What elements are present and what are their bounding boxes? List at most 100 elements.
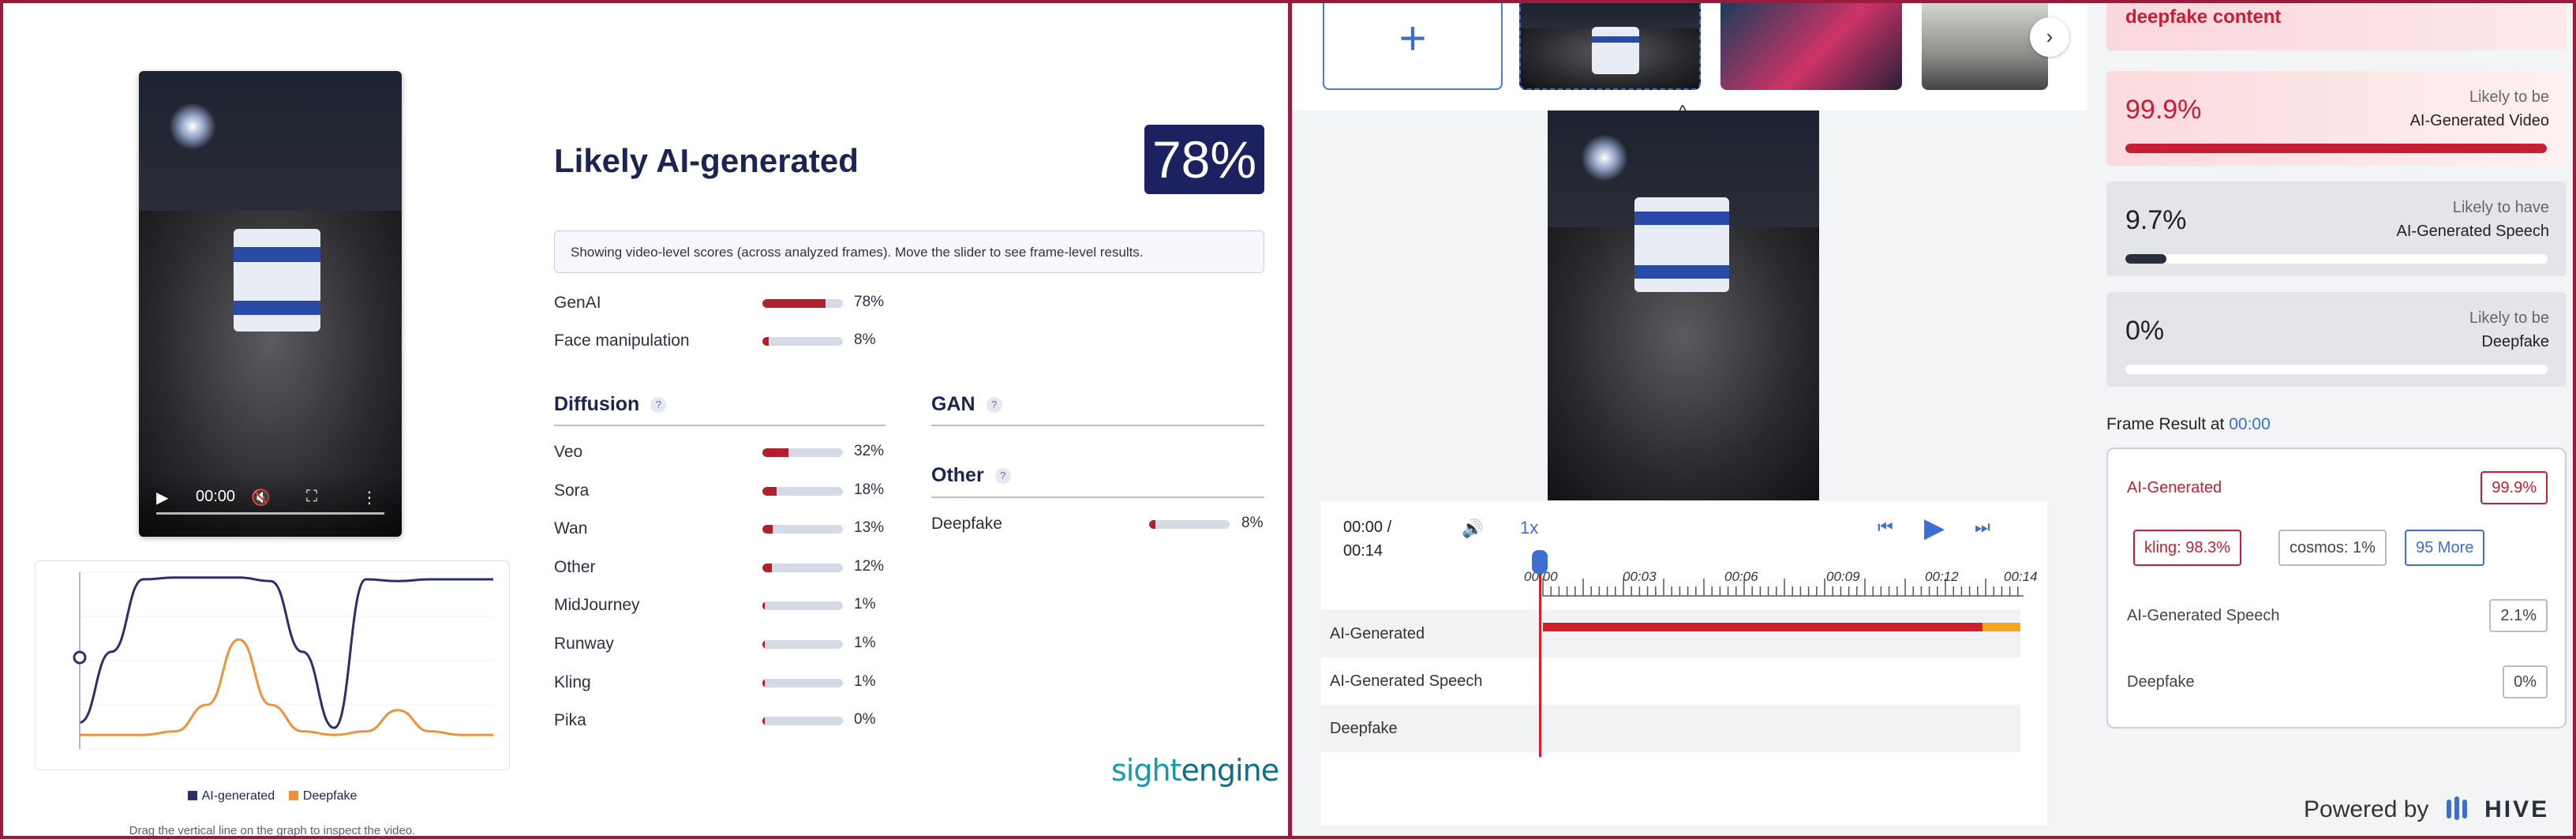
- gallery-next-button[interactable]: ›: [2030, 17, 2069, 57]
- row-label: Other: [554, 557, 596, 576]
- result-value: 9.7%: [2125, 205, 2187, 235]
- plus-icon: +: [1398, 12, 1427, 65]
- results-header: deepfake content: [2106, 3, 2567, 51]
- row-percent: 0%: [854, 711, 876, 729]
- play-icon[interactable]: ▶: [156, 488, 168, 508]
- media-gallery: + ›: [1292, 3, 2087, 110]
- result-card-ai-speech: 9.7% Likely to have AI-Generated Speech: [2106, 182, 2567, 276]
- row-percent: 8%: [854, 331, 876, 348]
- result-bar: [2125, 144, 2548, 153]
- playback-speed-button[interactable]: 1x: [1520, 518, 1538, 538]
- frame-result-card: AI-Generated 99.9% kling: 98.3% cosmos: …: [2106, 448, 2567, 729]
- video-player[interactable]: ▶ 00:00 🔇 ⛶ ⋮: [139, 71, 402, 537]
- ai-detection-bar: [1543, 623, 1983, 631]
- frame-deepfake-label: Deepfake: [2127, 673, 2195, 691]
- diffusion-title: Diffusion: [554, 393, 640, 415]
- panel-divider: [1288, 3, 1292, 836]
- chart-inspect-handle[interactable]: [73, 650, 87, 665]
- frame-ai-label: AI-Generated: [2127, 479, 2222, 496]
- row-percent: 1%: [854, 672, 876, 690]
- result-caption: Likely to have: [2452, 199, 2549, 216]
- score-timeline-chart[interactable]: [35, 560, 510, 770]
- hive-panel: + › ^ 00:00 / 00:14 🔊 1x ⏮: [1292, 3, 2573, 836]
- row-percent: 1%: [854, 596, 876, 613]
- diffusion-heading: Diffusion?: [554, 393, 667, 416]
- score-bar: [762, 448, 843, 457]
- frame-deepfake-value: 0%: [2503, 665, 2548, 699]
- volume-icon[interactable]: 🔊: [1462, 519, 1483, 539]
- hive-wordmark: HIVE: [2484, 796, 2550, 822]
- row-label: Runway: [554, 635, 614, 653]
- skip-forward-icon[interactable]: ⏭: [1975, 517, 1990, 537]
- score-row-wan: Wan 13%: [554, 519, 886, 538]
- result-caption: Likely to be: [2469, 309, 2549, 327]
- score-row-midjourney: MidJourney 1%: [554, 596, 886, 615]
- other-divider: [931, 496, 1264, 498]
- gan-divider: [931, 425, 1264, 426]
- score-row-pika: Pika 0%: [554, 711, 886, 730]
- series-line-deepfake: [80, 638, 493, 736]
- more-options-icon[interactable]: ⋮: [361, 488, 377, 508]
- score-bar: [1149, 520, 1230, 529]
- add-media-button[interactable]: +: [1323, 3, 1503, 90]
- play-icon[interactable]: ▶: [1924, 512, 1945, 544]
- results-header-text: deepfake content: [2125, 6, 2282, 28]
- video-controls: ▶ 00:00 🔇 ⛶ ⋮: [139, 474, 402, 537]
- model-chip-kling: kling: 98.3%: [2133, 530, 2241, 566]
- score-row-kling: Kling 1%: [554, 673, 886, 692]
- score-bar: [762, 299, 843, 308]
- legend-swatch-ai: [187, 791, 197, 800]
- other-title: Other: [931, 464, 984, 486]
- score-bar: [762, 601, 843, 611]
- powered-by-hive: Powered by HIVE: [2304, 795, 2549, 823]
- hive-logo-icon: [2446, 796, 2467, 820]
- thumbnail-2[interactable]: [1720, 3, 1902, 90]
- light-flare: [169, 103, 216, 150]
- row-percent: 12%: [854, 557, 885, 575]
- result-bar: [2125, 365, 2548, 374]
- result-value: 99.9%: [2125, 95, 2202, 125]
- row-percent: 78%: [854, 294, 885, 310]
- result-category: AI-Generated Speech: [2396, 223, 2549, 240]
- track-ai-speech: AI-Generated Speech: [1321, 657, 2020, 705]
- legend-label-deepfake: Deepfake: [302, 789, 358, 803]
- result-caption: Likely to be: [2469, 88, 2549, 106]
- row-label: Face manipulation: [554, 331, 690, 350]
- track-label: Deepfake: [1330, 720, 1398, 737]
- score-bar: [762, 525, 843, 534]
- timeline-cursor-handle[interactable]: [1532, 550, 1548, 574]
- other-heading: Other?: [931, 464, 1011, 487]
- brand-part-1: sight: [1111, 753, 1181, 788]
- timeline-cursor: [1539, 550, 1541, 757]
- more-models-button[interactable]: 95 More: [2405, 530, 2485, 566]
- time-current: 00:00 /: [1343, 519, 1392, 536]
- frame-result-time: 00:00: [2229, 415, 2271, 433]
- help-icon[interactable]: ?: [994, 468, 1011, 484]
- help-icon[interactable]: ?: [986, 397, 1002, 413]
- score-bar: [762, 678, 843, 687]
- thumbnail-selected[interactable]: [1519, 3, 1701, 90]
- row-percent: 13%: [854, 519, 885, 537]
- skip-back-icon[interactable]: ⏮: [1878, 517, 1893, 537]
- gan-title: GAN: [931, 393, 975, 415]
- verdict-score: 78%: [1144, 125, 1264, 194]
- row-percent: 1%: [854, 635, 876, 651]
- row-percent: 8%: [1241, 515, 1264, 531]
- video-progress-bar[interactable]: [156, 512, 384, 515]
- chart-hint: Drag the vertical line on the graph to i…: [129, 824, 416, 837]
- frame-speech-value: 2.1%: [2489, 599, 2548, 632]
- track-deepfake: Deepfake: [1321, 705, 2020, 752]
- score-row-runway: Runway 1%: [554, 635, 886, 654]
- frame-result-title: Frame Result at 00:00: [2106, 415, 2271, 434]
- legend-swatch-deepfake: [288, 791, 298, 800]
- result-card-deepfake: 0% Likely to be Deepfake: [2106, 292, 2567, 387]
- fullscreen-icon[interactable]: ⛶: [306, 488, 317, 506]
- mute-icon[interactable]: 🔇: [251, 488, 271, 508]
- row-label: Deepfake: [931, 515, 1002, 533]
- timeline-player: 00:00 / 00:14 🔊 1x ⏮ ▶ ⏭ 00:0000:0300:06…: [1321, 501, 2047, 825]
- thumbnail-3[interactable]: [1922, 3, 2048, 90]
- row-percent: 18%: [854, 481, 885, 498]
- row-label: GenAI: [554, 294, 601, 312]
- help-icon[interactable]: ?: [650, 397, 667, 413]
- scores-note: Showing video-level scores (across analy…: [554, 230, 1264, 273]
